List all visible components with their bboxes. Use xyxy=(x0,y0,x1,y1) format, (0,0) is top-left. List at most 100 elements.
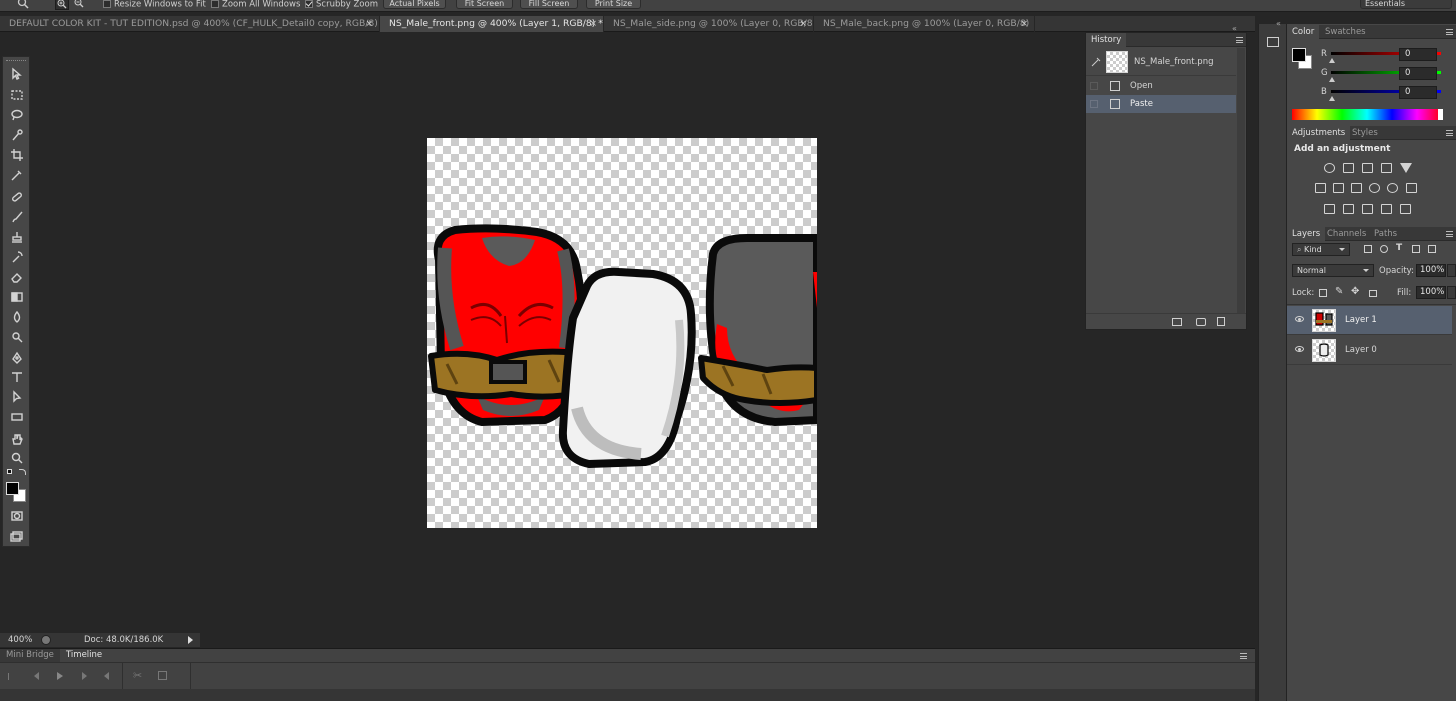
fit-screen-button[interactable]: Fit Screen xyxy=(456,0,513,9)
audio-icon[interactable] xyxy=(100,672,109,680)
selective-color-icon[interactable] xyxy=(1381,204,1392,214)
document-canvas[interactable] xyxy=(427,138,817,528)
rectangle-tool-icon[interactable] xyxy=(7,409,27,425)
zoom-tool-preset-icon[interactable] xyxy=(17,0,29,9)
brush-tool-icon[interactable] xyxy=(7,209,27,225)
color-balance-icon[interactable] xyxy=(1333,183,1344,193)
fill-input[interactable]: 100% xyxy=(1416,286,1446,299)
green-value-input[interactable]: 0 xyxy=(1399,67,1437,80)
close-tab-icon[interactable]: × xyxy=(1020,16,1028,32)
tab-ns-male-side[interactable]: NS_Male_side.png @ 100% (Layer 0, RGB/8)… xyxy=(604,16,814,32)
filter-pixel-icon[interactable] xyxy=(1364,245,1372,253)
zoom-out-icon[interactable] xyxy=(73,0,85,10)
zoom-level[interactable]: 400% xyxy=(8,635,32,645)
curves-icon[interactable] xyxy=(1362,163,1373,173)
color-ramp-white[interactable] xyxy=(1438,109,1443,120)
blue-value-input[interactable]: 0 xyxy=(1399,86,1437,99)
vibrance-icon[interactable] xyxy=(1400,163,1412,179)
gradient-tool-icon[interactable] xyxy=(7,289,27,305)
tab-adjustments[interactable]: Adjustments xyxy=(1287,126,1351,140)
history-brush-source-icon[interactable] xyxy=(1091,57,1101,67)
filter-type-icon[interactable]: T xyxy=(1396,243,1402,253)
scrubby-zoom-checkbox[interactable]: Scrubby Zoom xyxy=(305,0,378,10)
foreground-color-swatch[interactable] xyxy=(6,482,19,495)
blue-slider-handle[interactable] xyxy=(1329,93,1335,101)
lasso-tool-icon[interactable] xyxy=(7,107,27,123)
invert-icon[interactable] xyxy=(1324,204,1335,214)
hand-tool-icon[interactable] xyxy=(7,431,27,447)
tab-paths[interactable]: Paths xyxy=(1369,227,1402,241)
opacity-input[interactable]: 100% xyxy=(1416,264,1446,277)
close-tab-icon[interactable]: × xyxy=(589,16,597,32)
tab-default-color-kit[interactable]: DEFAULT COLOR KIT - TUT EDITION.psd @ 40… xyxy=(0,16,380,32)
eraser-tool-icon[interactable] xyxy=(7,269,27,285)
resize-windows-checkbox[interactable]: Resize Windows to Fit xyxy=(103,0,206,10)
photo-filter-icon[interactable] xyxy=(1369,183,1380,193)
collapse-icon[interactable]: « xyxy=(1232,24,1237,33)
foreground-color-swatch[interactable] xyxy=(1292,48,1306,62)
lock-all-icon[interactable] xyxy=(1369,290,1377,297)
default-colors-icon[interactable] xyxy=(7,469,27,477)
history-brush-tool-icon[interactable] xyxy=(7,249,27,265)
tab-swatches[interactable]: Swatches xyxy=(1320,25,1371,39)
layer-row-layer-1[interactable]: Layer 1 xyxy=(1287,306,1452,335)
type-tool-icon[interactable] xyxy=(7,369,27,385)
panel-menu-icon[interactable] xyxy=(1446,130,1453,136)
expand-icon[interactable]: « xyxy=(1276,19,1281,28)
dodge-tool-icon[interactable] xyxy=(7,329,27,345)
new-snapshot-icon[interactable] xyxy=(1196,318,1206,326)
history-panel-icon[interactable] xyxy=(1267,37,1279,47)
fill-slider-button[interactable] xyxy=(1447,286,1456,299)
next-frame-icon[interactable] xyxy=(82,672,91,680)
panel-menu-icon[interactable] xyxy=(1240,653,1247,659)
brightness-contrast-icon[interactable] xyxy=(1324,163,1335,173)
visibility-eye-icon[interactable] xyxy=(1295,316,1304,322)
tab-channels[interactable]: Channels xyxy=(1322,227,1371,241)
levels-icon[interactable] xyxy=(1343,163,1354,173)
black-white-icon[interactable] xyxy=(1351,183,1362,193)
threshold-icon[interactable] xyxy=(1362,204,1373,214)
status-menu-arrow-icon[interactable] xyxy=(188,636,197,644)
posterize-icon[interactable] xyxy=(1343,204,1354,214)
fill-screen-button[interactable]: Fill Screen xyxy=(520,0,578,9)
color-ramp[interactable] xyxy=(1292,109,1442,120)
visibility-eye-icon[interactable] xyxy=(1295,346,1304,352)
panel-menu-icon[interactable] xyxy=(1446,231,1453,237)
blend-mode-dropdown[interactable]: Normal xyxy=(1292,264,1374,277)
screen-mode-icon[interactable] xyxy=(7,528,27,544)
opacity-slider-button[interactable] xyxy=(1447,264,1456,277)
tab-mini-bridge[interactable]: Mini Bridge xyxy=(0,649,60,662)
channel-mixer-icon[interactable] xyxy=(1387,183,1398,193)
filter-adjustment-icon[interactable] xyxy=(1380,245,1388,253)
healing-brush-tool-icon[interactable] xyxy=(7,189,27,205)
history-snapshot[interactable]: NS_Male_front.png xyxy=(1086,48,1236,76)
filter-smart-object-icon[interactable] xyxy=(1428,245,1436,253)
zoom-all-windows-checkbox[interactable]: Zoom All Windows xyxy=(211,0,300,10)
tab-ns-male-back[interactable]: NS_Male_back.png @ 100% (Layer 0, RGB/8)… xyxy=(814,16,1035,32)
split-icon[interactable]: ✂ xyxy=(133,669,142,682)
zoom-in-icon[interactable] xyxy=(55,0,69,10)
play-icon[interactable] xyxy=(57,672,67,680)
history-item[interactable]: Open xyxy=(1086,77,1236,95)
tab-timeline[interactable]: Timeline xyxy=(60,649,109,662)
hue-saturation-icon[interactable] xyxy=(1315,183,1326,193)
close-tab-icon[interactable]: × xyxy=(799,16,807,32)
lock-transparent-pixels-icon[interactable] xyxy=(1319,289,1327,297)
transition-icon[interactable] xyxy=(158,671,167,680)
crop-tool-icon[interactable] xyxy=(7,147,27,163)
tab-history[interactable]: History xyxy=(1086,33,1127,47)
clone-stamp-tool-icon[interactable] xyxy=(7,229,27,245)
quick-selection-tool-icon[interactable] xyxy=(7,127,27,143)
new-document-from-state-icon[interactable] xyxy=(1172,318,1182,326)
green-slider-handle[interactable] xyxy=(1329,74,1335,82)
actual-pixels-button[interactable]: Actual Pixels xyxy=(383,0,446,9)
print-size-button[interactable]: Print Size xyxy=(586,0,641,9)
marquee-tool-icon[interactable] xyxy=(7,87,27,103)
zoom-tool-icon[interactable] xyxy=(7,450,27,466)
layer-row-layer-0[interactable]: Layer 0 xyxy=(1287,336,1452,365)
tab-color[interactable]: Color xyxy=(1287,25,1320,39)
red-slider-handle[interactable] xyxy=(1329,55,1335,63)
move-tool-icon[interactable] xyxy=(7,66,27,82)
history-scrollbar[interactable] xyxy=(1237,48,1245,313)
panel-menu-icon[interactable] xyxy=(1236,37,1243,43)
